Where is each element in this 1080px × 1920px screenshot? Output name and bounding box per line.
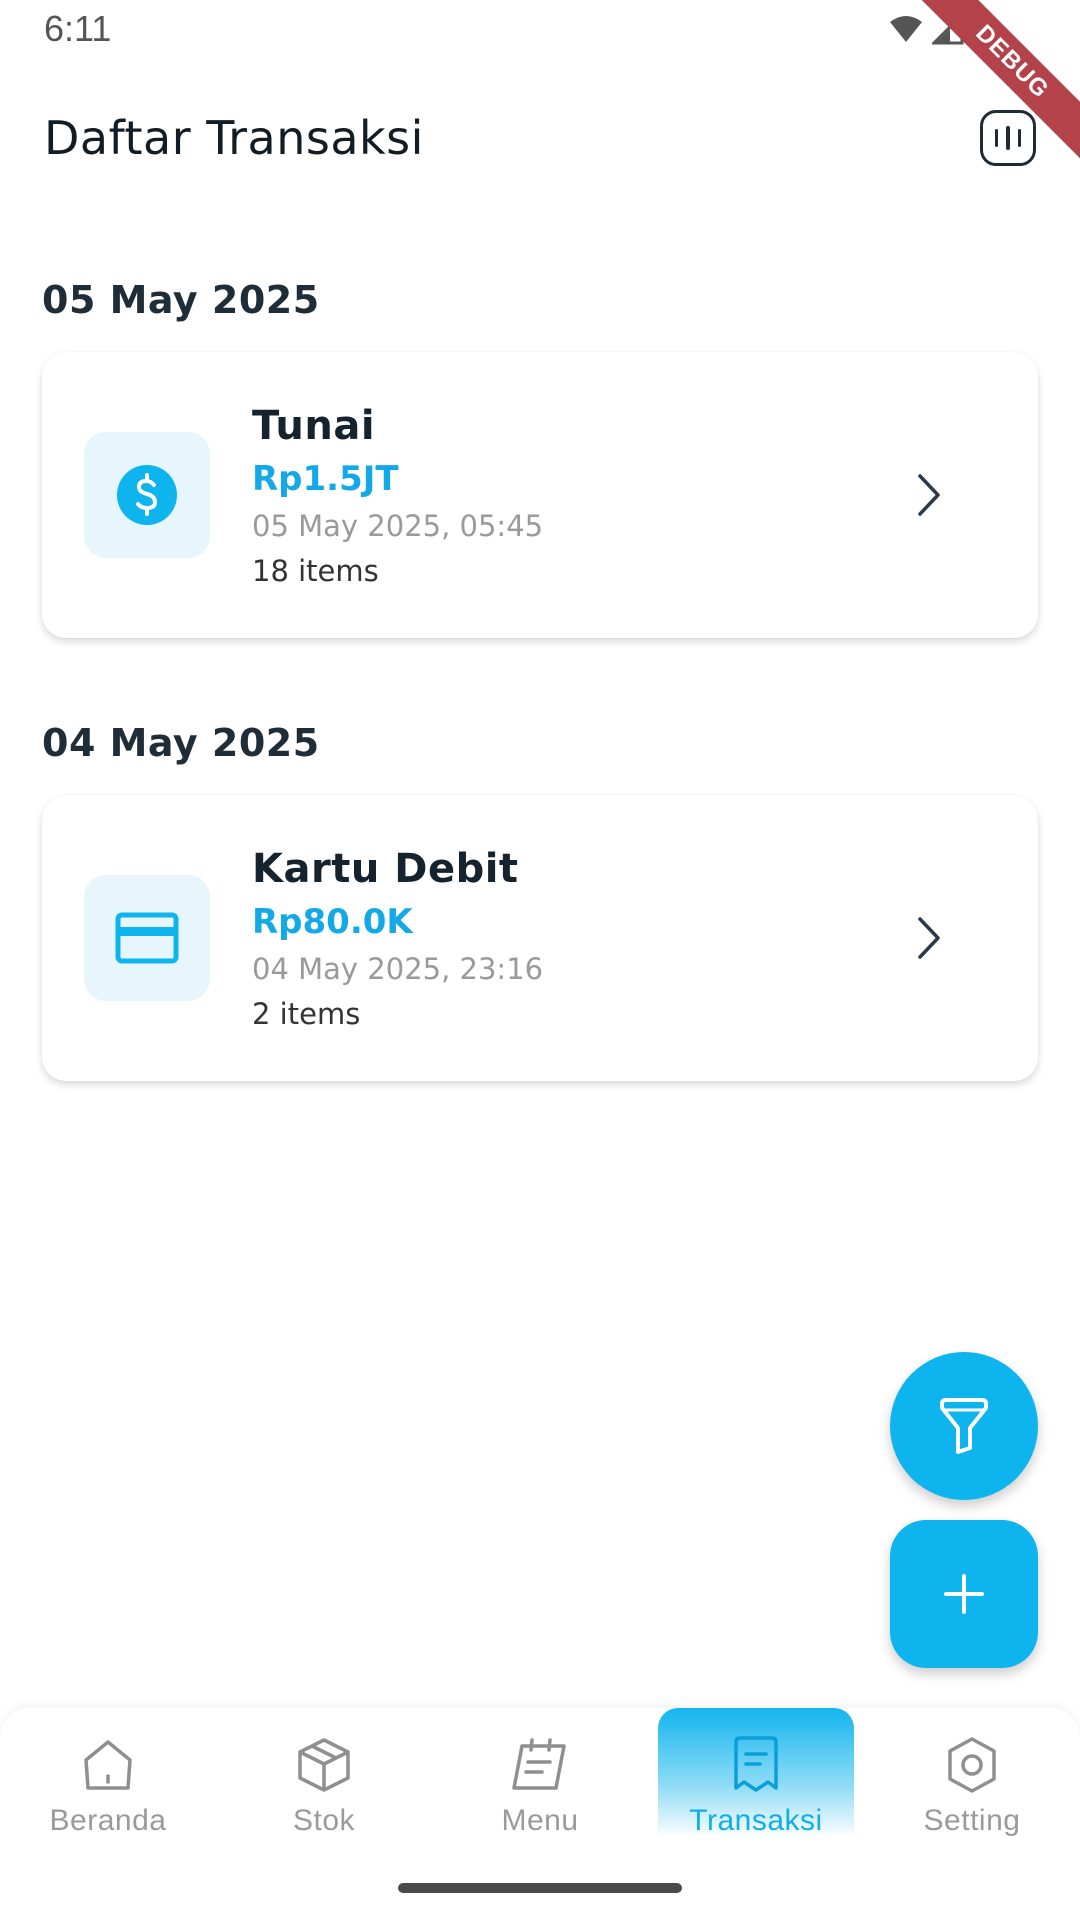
home-indicator[interactable] xyxy=(398,1883,682,1893)
settings-icon xyxy=(948,1737,996,1793)
filter-icon xyxy=(940,1398,988,1454)
dollar-circle-icon xyxy=(117,465,177,525)
transaction-amount: Rp80.0K xyxy=(252,902,413,942)
receipt-icon xyxy=(734,1736,778,1792)
filter-button[interactable] xyxy=(890,1352,1038,1500)
home-icon xyxy=(84,1740,132,1790)
nav-label: Transaksi xyxy=(689,1804,823,1837)
transaction-group: 04 May 2025 Kartu Debit Rp80.0K 04 May 2… xyxy=(42,721,1038,1081)
transaction-icon-box xyxy=(84,875,210,1001)
status-time: 6:11 xyxy=(44,8,112,49)
transaction-card[interactable]: Tunai Rp1.5JT 05 May 2025, 05:45 18 item… xyxy=(42,352,1038,638)
nav-item-stok[interactable]: Stok xyxy=(226,1708,422,1838)
transaction-amount: Rp1.5JT xyxy=(252,459,399,499)
nav-item-setting[interactable]: Setting xyxy=(874,1708,1070,1838)
app-header: Daftar Transaksi xyxy=(44,96,1036,180)
nav-item-transaksi[interactable]: Transaksi xyxy=(658,1708,854,1838)
page-title: Daftar Transaksi xyxy=(44,111,424,165)
box-icon xyxy=(298,1738,350,1792)
chevron-right-icon xyxy=(918,474,940,516)
nav-item-menu[interactable]: Menu xyxy=(442,1708,638,1838)
transaction-info: Tunai Rp1.5JT 05 May 2025, 05:45 18 item… xyxy=(252,398,543,594)
transaction-items: 2 items xyxy=(252,997,361,1031)
nav-label: Setting xyxy=(923,1804,1021,1837)
menu-notes-icon xyxy=(512,1738,566,1790)
status-bar: 6:11 xyxy=(0,0,1080,64)
transaction-info: Kartu Debit Rp80.0K 04 May 2025, 23:16 2… xyxy=(252,841,543,1037)
report-chart-icon-bar xyxy=(1017,129,1022,147)
nav-label: Menu xyxy=(501,1804,579,1837)
nav-item-beranda[interactable]: Beranda xyxy=(10,1708,206,1838)
report-chart-icon-bar xyxy=(1006,126,1010,150)
transaction-datetime: 04 May 2025, 23:16 xyxy=(252,952,544,986)
add-transaction-button[interactable] xyxy=(890,1520,1038,1668)
chevron-right-icon xyxy=(918,917,940,959)
transaction-icon-box xyxy=(84,432,210,558)
transaction-datetime: 05 May 2025, 05:45 xyxy=(252,509,544,543)
battery-icon xyxy=(974,12,990,44)
report-chart-icon-bar xyxy=(994,129,999,147)
report-chart-button[interactable] xyxy=(980,110,1036,166)
signal-icon xyxy=(932,13,964,45)
payment-method: Tunai xyxy=(252,403,376,449)
transaction-items: 18 items xyxy=(252,554,379,588)
transaction-group: 05 May 2025 Tunai Rp1.5JT 05 May 2025, 0… xyxy=(42,278,1038,638)
payment-method: Kartu Debit xyxy=(252,846,519,892)
date-header: 05 May 2025 xyxy=(42,278,320,322)
plus-icon xyxy=(944,1574,984,1614)
nav-label: Beranda xyxy=(49,1804,167,1837)
date-header: 04 May 2025 xyxy=(42,721,320,765)
status-icons xyxy=(888,12,992,46)
nav-label: Stok xyxy=(292,1804,356,1837)
transaction-card[interactable]: Kartu Debit Rp80.0K 04 May 2025, 23:16 2… xyxy=(42,795,1038,1081)
credit-card-icon xyxy=(115,912,179,964)
wifi-icon xyxy=(890,16,922,42)
